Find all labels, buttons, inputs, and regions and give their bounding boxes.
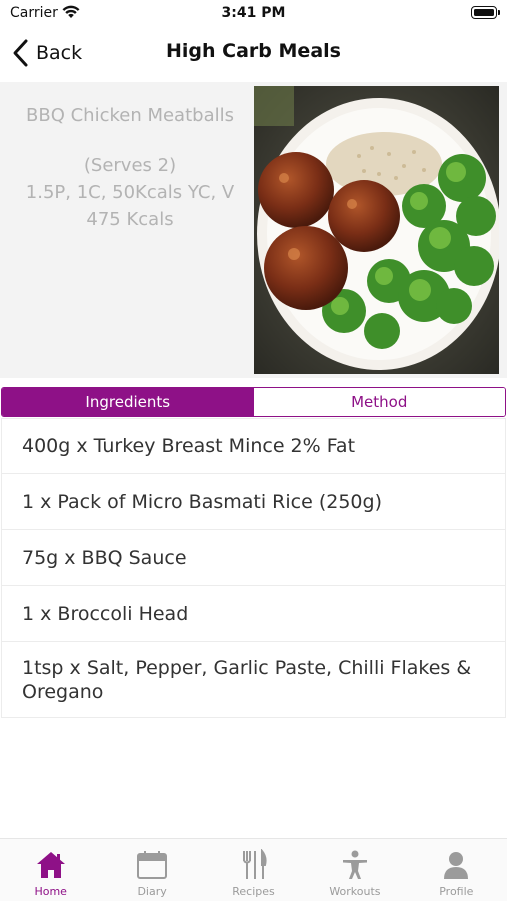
tab-label-recipes: Recipes (232, 885, 275, 898)
list-item: 1 x Broccoli Head (1, 586, 506, 642)
person-icon (342, 850, 367, 879)
tab-label-workouts: Workouts (329, 885, 381, 898)
tab-recipes[interactable]: Recipes (203, 839, 304, 901)
calendar-icon (137, 851, 168, 879)
tab-workouts[interactable]: Workouts (304, 839, 405, 901)
cutlery-icon (242, 849, 267, 879)
tab-ingredients[interactable]: Ingredients (2, 388, 254, 416)
tab-home[interactable]: Home (0, 839, 101, 901)
profile-icon (444, 852, 469, 879)
battery-icon (471, 6, 500, 19)
list-item: 400g x Turkey Breast Mince 2% Fat (1, 418, 506, 474)
tab-diary[interactable]: Diary (101, 839, 202, 901)
meal-photo (254, 86, 499, 374)
tab-label-profile: Profile (439, 885, 474, 898)
ingredients-list: 400g x Turkey Breast Mince 2% Fat 1 x Pa… (1, 418, 506, 718)
tab-method[interactable]: Method (253, 388, 505, 416)
meal-name: BBQ Chicken Meatballs (26, 105, 234, 126)
meal-serves: (Serves 2) (83, 155, 177, 176)
tab-bar: Home Diary Recipes Workouts Profile (0, 838, 507, 901)
meal-macros: 1.5P, 1C, 50Kcals YC, V (25, 182, 235, 203)
tab-label-home: Home (34, 885, 67, 898)
meal-info: BBQ Chicken Meatballs (Serves 2) 1.5P, 1… (0, 102, 260, 233)
list-item: 1tsp x Salt, Pepper, Garlic Paste, Chill… (1, 642, 506, 718)
status-bar: Carrier 3:41 PM (0, 0, 507, 28)
status-time: 3:41 PM (221, 5, 286, 21)
tab-profile[interactable]: Profile (406, 839, 507, 901)
page-title: High Carb Meals (166, 40, 341, 62)
meal-kcals: 475 Kcals (86, 209, 174, 230)
segmented-control: Ingredients Method (1, 387, 506, 417)
navigation-bar: Back High Carb Meals (0, 28, 507, 78)
list-item: 75g x BBQ Sauce (1, 530, 506, 586)
meal-header: BBQ Chicken Meatballs (Serves 2) 1.5P, 1… (0, 82, 507, 378)
home-icon (36, 852, 65, 878)
list-item: 1 x Pack of Micro Basmati Rice (250g) (1, 474, 506, 530)
tab-label-diary: Diary (137, 885, 167, 898)
